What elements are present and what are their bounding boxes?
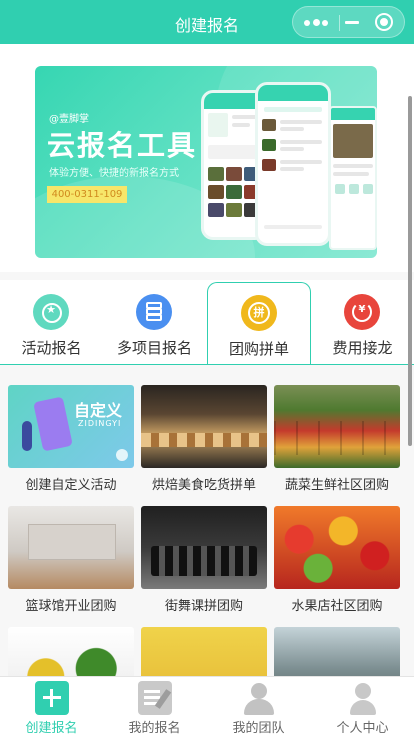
- template-card-bakery[interactable]: 烘焙美食吃货拼单: [141, 385, 267, 505]
- template-caption: 街舞课拼团购: [164, 599, 243, 614]
- template-card-custom[interactable]: 自定义 ZIDINGYI 创建自定义活动: [8, 385, 134, 505]
- tabbar-label: 创建报名: [25, 721, 78, 736]
- template-card-basketball[interactable]: 篮球馆开业团购: [8, 506, 134, 626]
- template-caption: 烘焙美食吃货拼单: [151, 478, 256, 493]
- mini-program-capsule: [292, 6, 405, 38]
- template-card-vegetable[interactable]: 蔬菜生鲜社区团购: [274, 385, 400, 505]
- template-thumbnail: [8, 627, 134, 676]
- template-card-fruit[interactable]: 水果店社区团购: [274, 506, 400, 626]
- promo-banner[interactable]: @壹脚掌 云报名工具 体验方便、快捷的新报名方式 400-0311-109: [35, 66, 377, 258]
- template-thumbnail: [141, 627, 267, 676]
- tab-activity-signup[interactable]: 活动报名: [0, 280, 103, 364]
- capsule-divider: [339, 15, 340, 31]
- minimize-icon[interactable]: [345, 21, 359, 24]
- banner-subtitle: 体验方便、快捷的新报名方式: [49, 168, 179, 179]
- tab-label: 活动报名: [21, 339, 82, 357]
- template-caption: 蔬菜生鲜社区团购: [284, 478, 389, 493]
- template-thumbnail: [8, 506, 134, 589]
- banner-title: 云报名工具: [47, 129, 198, 162]
- tab-label: 多项目报名: [116, 339, 192, 357]
- main-content[interactable]: @壹脚掌 云报名工具 体验方便、快捷的新报名方式 400-0311-109 ★ …: [0, 44, 414, 676]
- group-buy-icon: 拼: [241, 295, 277, 331]
- banner-brand: @壹脚掌: [49, 114, 89, 125]
- template-thumbnail: [141, 385, 267, 468]
- template-thumbnail: [274, 385, 400, 468]
- template-thumbnail: [274, 506, 400, 589]
- close-miniprogram-icon[interactable]: [375, 13, 393, 31]
- tabbar-label: 我的报名: [128, 721, 181, 736]
- layers-icon: [136, 294, 172, 330]
- scrollbar[interactable]: [408, 96, 412, 446]
- template-card-kids[interactable]: [141, 627, 267, 676]
- tabbar-item-my-team[interactable]: 我的团队: [207, 677, 310, 736]
- template-card-group[interactable]: [274, 627, 400, 676]
- banner-area: @壹脚掌 云报名工具 体验方便、快捷的新报名方式 400-0311-109: [0, 44, 414, 272]
- fee-relay-icon: ¥: [344, 294, 380, 330]
- tab-label: 费用接龙: [332, 339, 393, 357]
- template-card-produce[interactable]: [8, 627, 134, 676]
- plus-icon: [35, 681, 69, 715]
- template-caption: 创建自定义活动: [25, 478, 117, 493]
- more-icon[interactable]: [304, 19, 328, 26]
- bottom-tab-bar: 创建报名 我的报名 我的团队 个人中心: [0, 676, 414, 736]
- tabbar-label: 我的团队: [232, 721, 285, 736]
- tabbar-item-my-signups[interactable]: 我的报名: [103, 677, 206, 736]
- tab-fee-relay[interactable]: ¥ 费用接龙: [311, 280, 414, 364]
- tab-group-buy[interactable]: 拼 团购拼单: [207, 282, 311, 365]
- phone-mockup-right: [329, 106, 377, 250]
- banner-phone: 400-0311-109: [47, 186, 127, 203]
- nav-bar: 创建报名: [0, 0, 414, 44]
- category-tabs: 活动报名 多项目报名 拼 团购拼单 ¥ 费用接龙: [0, 280, 414, 365]
- tabbar-item-create[interactable]: 创建报名: [0, 677, 103, 736]
- edit-doc-icon: [138, 681, 172, 715]
- template-card-dance[interactable]: 街舞课拼团购: [141, 506, 267, 626]
- user-icon: [346, 681, 380, 715]
- tab-multi-project[interactable]: 多项目报名: [103, 280, 206, 364]
- template-thumbnail: [141, 506, 267, 589]
- activity-icon: [33, 294, 69, 330]
- team-icon: [242, 681, 276, 715]
- tab-label: 团购拼单: [228, 340, 289, 358]
- tabbar-item-profile[interactable]: 个人中心: [311, 677, 414, 736]
- tabs-underline: [0, 364, 414, 365]
- tabbar-label: 个人中心: [336, 721, 389, 736]
- template-thumbnail: [274, 627, 400, 676]
- phone-mockup-center: [255, 82, 331, 246]
- template-caption: 篮球馆开业团购: [25, 599, 117, 614]
- template-thumbnail: 自定义 ZIDINGYI: [8, 385, 134, 468]
- template-caption: 水果店社区团购: [291, 599, 383, 614]
- arrow-right-icon: [116, 449, 128, 461]
